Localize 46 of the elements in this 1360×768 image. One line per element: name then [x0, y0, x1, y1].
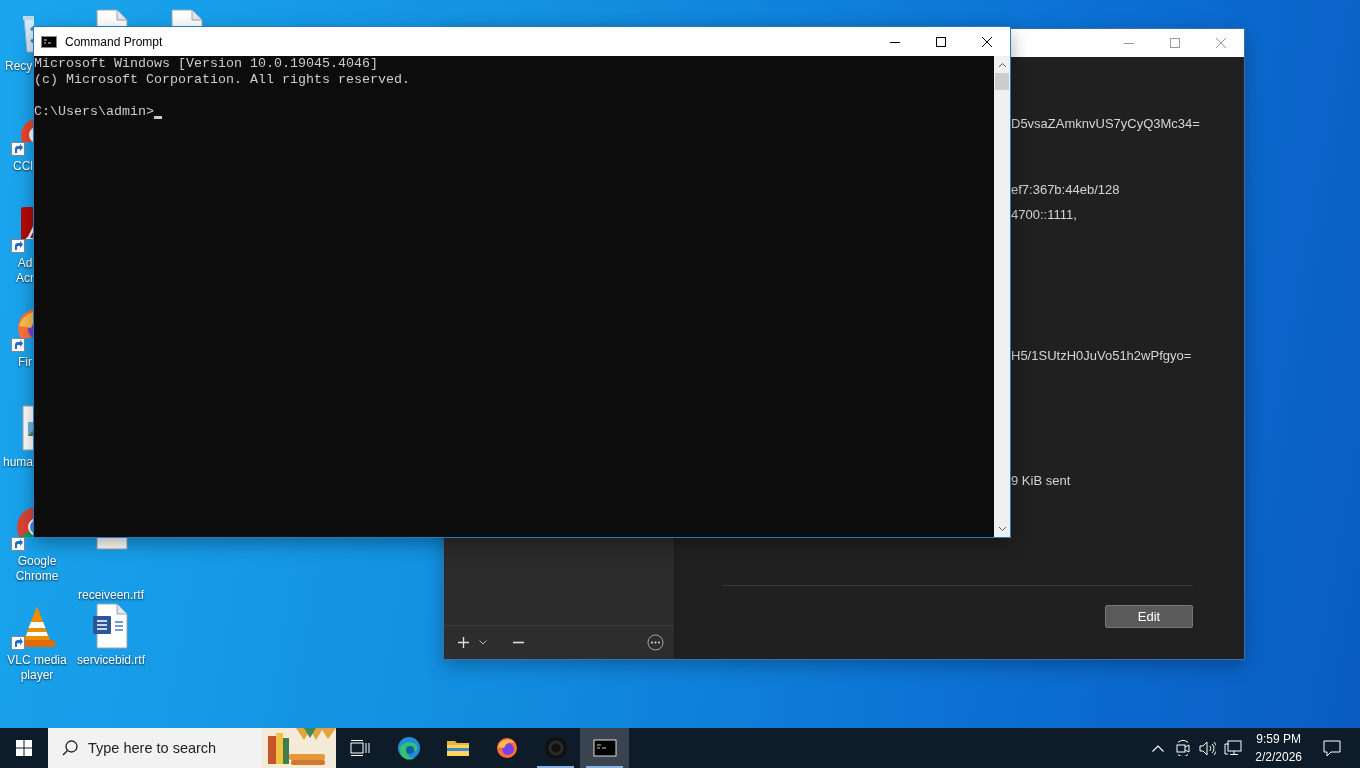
clock-date[interactable]: 2/2/2026: [1255, 748, 1302, 766]
windows-logo-icon: [16, 740, 32, 756]
icon-label: servicebid.rtf: [76, 653, 146, 668]
scrollbar-thumb[interactable]: [995, 73, 1009, 90]
window-title: Command Prompt: [65, 34, 163, 49]
icon-label: VLC media player: [6, 653, 68, 683]
maximize-icon: [1170, 38, 1180, 48]
taskbar-app-button[interactable]: [580, 728, 629, 768]
console-line: (c) Microsoft Corporation. All rights reserved.: [34, 72, 411, 88]
detail-text: 4700::1111,: [1011, 206, 1078, 224]
icon-label: huma: [3, 455, 34, 470]
console-line: Microsoft Windows [Version 10.0.19045.4046]: [34, 56, 379, 72]
notification-icon[interactable]: [1323, 739, 1341, 757]
icon-label: Google Chrome: [14, 554, 60, 584]
search-field[interactable]: Type here to search: [88, 740, 258, 756]
speaker-icon[interactable]: [1199, 740, 1217, 756]
detail-text: ef7:367b:44eb/128: [1011, 181, 1121, 199]
console-icon: [592, 736, 617, 760]
scroll-up-icon[interactable]: [997, 61, 1007, 68]
detail-text: 9 KiB sent: [1011, 472, 1072, 490]
maximize-icon: [936, 36, 946, 47]
edit-button[interactable]: Edit: [1105, 605, 1193, 628]
task-view-icon: [350, 740, 370, 756]
icon-label: receiveen.rtf: [77, 588, 145, 603]
circle-app-icon: [543, 736, 568, 760]
icon-label: Fir: [18, 355, 33, 370]
console-prompt: C:\Users\admin>: [34, 104, 154, 120]
clock-time[interactable]: 9:59 PM: [1256, 730, 1301, 748]
chevron-up-icon[interactable]: [1151, 744, 1164, 752]
firefox-icon: [494, 736, 519, 760]
icon-label: Ad Acr: [15, 256, 35, 286]
detail-text: D5vsaZAmknvUS7yCyQ3Mc34=: [1011, 115, 1201, 133]
search-icon: [62, 740, 78, 756]
chevron-down-icon[interactable]: [479, 640, 487, 645]
icon-label: CCl: [13, 159, 34, 174]
network-icon[interactable]: [1223, 740, 1242, 756]
close-icon: [982, 36, 992, 47]
more-icon[interactable]: [647, 634, 664, 651]
plus-icon[interactable]: [458, 637, 469, 648]
edge-icon: [396, 736, 421, 760]
console-icon: [41, 35, 57, 48]
detail-text: H5/1SUtzH0JuVo51h2wPfgyo=: [1011, 347, 1193, 365]
close-icon: [1216, 38, 1226, 48]
scroll-down-icon[interactable]: [997, 525, 1007, 532]
camera-icon[interactable]: [1174, 740, 1191, 756]
icon-label: Recy: [5, 59, 33, 74]
